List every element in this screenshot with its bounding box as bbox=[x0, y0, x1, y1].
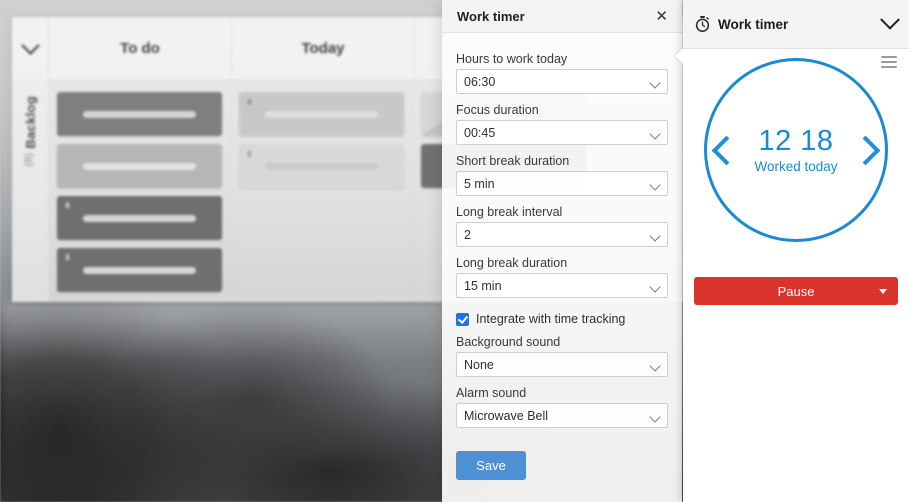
chevron-down-icon bbox=[649, 360, 661, 372]
long-break-interval-select[interactable]: 2 bbox=[456, 222, 668, 247]
long-break-duration-select[interactable]: 15 min bbox=[456, 273, 668, 298]
work-timer-panel: Work timer 12 18 Worked today Pause bbox=[675, 0, 909, 502]
panel-pointer-caret bbox=[675, 48, 683, 64]
arrow-up-icon bbox=[245, 149, 254, 158]
focus-duration-select[interactable]: 00:45 bbox=[456, 120, 668, 145]
task-card-title-placeholder bbox=[83, 214, 196, 222]
timer-progress-circle: 12 18 Worked today bbox=[704, 58, 888, 242]
long-break-duration-value: 15 min bbox=[464, 278, 502, 293]
chevron-down-icon bbox=[649, 128, 661, 140]
task-card[interactable] bbox=[239, 92, 404, 136]
panel-title: Work timer bbox=[718, 16, 789, 32]
chevron-down-icon bbox=[20, 36, 40, 55]
task-card-title-placeholder bbox=[83, 162, 196, 170]
timer-readout: 12 18 Worked today bbox=[744, 125, 848, 174]
work-timer-settings-dialog: Work timer ✕ Hours to work today 06:30 F… bbox=[442, 0, 682, 502]
hamburger-bar bbox=[881, 66, 897, 68]
hamburger-bar bbox=[881, 61, 897, 63]
background-sound-value: None bbox=[464, 357, 494, 372]
chevron-down-icon bbox=[649, 77, 661, 89]
short-break-duration-label: Short break duration bbox=[456, 154, 570, 168]
chevron-down-icon bbox=[649, 281, 661, 293]
arrow-down-icon bbox=[63, 201, 72, 210]
focus-duration-label: Focus duration bbox=[456, 103, 539, 117]
task-card-title-placeholder bbox=[83, 266, 196, 274]
hamburger-icon[interactable] bbox=[881, 56, 897, 71]
dialog-title: Work timer bbox=[457, 8, 525, 24]
task-card-title-placeholder bbox=[265, 110, 378, 118]
hamburger-bar bbox=[881, 56, 897, 58]
chevron-down-icon bbox=[649, 230, 661, 242]
alarm-sound-value: Microwave Bell bbox=[464, 408, 549, 423]
pause-button-label: Pause bbox=[777, 283, 815, 299]
stopwatch-icon bbox=[695, 16, 710, 32]
alarm-sound-label: Alarm sound bbox=[456, 386, 527, 400]
hours-to-work-today-value: 06:30 bbox=[464, 74, 496, 89]
focus-duration-value: 00:45 bbox=[464, 125, 496, 140]
pause-button[interactable]: Pause bbox=[694, 277, 898, 305]
alarm-sound-select[interactable]: Microwave Bell bbox=[456, 403, 668, 428]
task-card[interactable] bbox=[57, 248, 222, 292]
chevron-right-icon[interactable] bbox=[850, 135, 881, 165]
integrate-time-tracking-label: Integrate with time tracking bbox=[476, 312, 626, 326]
swimlane-count: (8) bbox=[22, 152, 35, 167]
chevron-down-icon bbox=[649, 179, 661, 191]
chevron-down-icon[interactable] bbox=[880, 9, 900, 30]
task-card[interactable] bbox=[239, 144, 404, 188]
board-column-todo bbox=[49, 80, 231, 302]
board-column-today bbox=[231, 80, 413, 302]
task-card[interactable] bbox=[57, 144, 222, 188]
swimlane-label: Backlog bbox=[22, 96, 38, 149]
arrow-down-icon bbox=[63, 253, 72, 262]
integrate-time-tracking-checkbox[interactable]: Integrate with time tracking bbox=[456, 312, 668, 326]
short-break-duration-select[interactable]: 5 min bbox=[456, 171, 668, 196]
swimlane-backlog[interactable]: Backlog (8) bbox=[12, 80, 49, 302]
dialog-header: Work timer ✕ bbox=[442, 0, 682, 33]
timer-caption: Worked today bbox=[754, 158, 838, 174]
board-column-header-today: Today bbox=[232, 17, 415, 80]
panel-header: Work timer bbox=[683, 0, 909, 49]
caret-down-icon[interactable] bbox=[879, 289, 887, 294]
task-card[interactable] bbox=[57, 196, 222, 240]
save-button[interactable]: Save bbox=[456, 451, 526, 480]
short-break-duration-value: 5 min bbox=[464, 176, 495, 191]
long-break-interval-value: 2 bbox=[464, 227, 471, 242]
timer-inner: 12 18 Worked today bbox=[707, 125, 885, 174]
close-icon[interactable]: ✕ bbox=[653, 7, 670, 26]
background-sound-select[interactable]: None bbox=[456, 352, 668, 377]
chevron-down-icon bbox=[649, 411, 661, 423]
background-sound-label: Background sound bbox=[456, 335, 561, 349]
dialog-body: Hours to work today 06:30 Focus duration… bbox=[442, 33, 682, 480]
board-column-header-todo: To do bbox=[49, 17, 232, 80]
timer-value: 12 18 bbox=[758, 125, 834, 158]
chevron-left-icon[interactable] bbox=[711, 135, 742, 165]
hours-to-work-today-select[interactable]: 06:30 bbox=[456, 69, 668, 94]
checkbox-checked-icon bbox=[456, 312, 469, 326]
task-card[interactable] bbox=[57, 92, 222, 136]
hours-to-work-today-label: Hours to work today bbox=[456, 52, 568, 66]
long-break-interval-label: Long break interval bbox=[456, 205, 563, 219]
board-collapse-button[interactable] bbox=[12, 17, 49, 80]
task-card-title-placeholder bbox=[83, 110, 196, 118]
long-break-duration-label: Long break duration bbox=[456, 256, 568, 270]
arrow-up-icon bbox=[245, 97, 254, 106]
task-card-title-placeholder bbox=[265, 162, 378, 170]
